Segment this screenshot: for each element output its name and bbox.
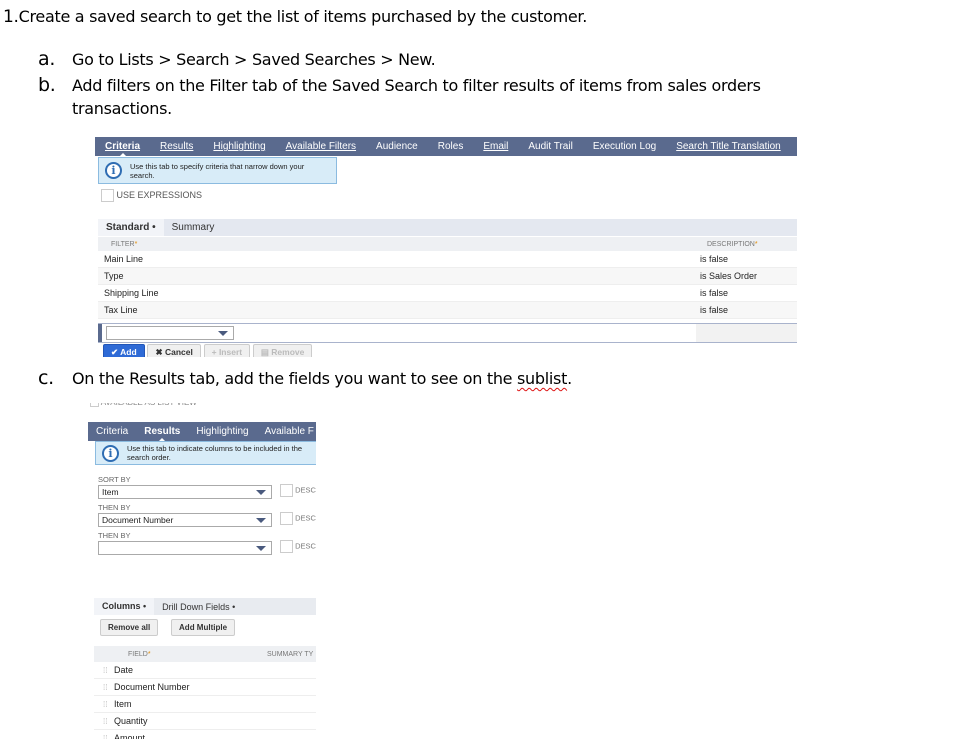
step-c-letter: c. — [38, 367, 54, 389]
list-item[interactable]: ⁞⁞ Date — [94, 662, 316, 679]
table-row[interactable]: Shipping Line is false — [98, 285, 797, 302]
then-by-label: THEN BY — [98, 531, 131, 540]
sort-by-group: SORT BY Item DESC — [98, 475, 316, 500]
results-screenshot: AVAILABLE AS LIST VIEW Criteria Results … — [88, 403, 316, 739]
then-by-label: THEN BY — [98, 503, 131, 512]
add-multiple-button[interactable]: Add Multiple — [171, 619, 236, 636]
criteria-column-header: FILTER* DESCRIPTION* — [98, 237, 797, 251]
columns-column-header: FIELD* SUMMARY TY — [94, 646, 316, 662]
drag-handle-icon[interactable]: ⁞⁞ — [94, 683, 114, 692]
step-b-letter: b. — [38, 74, 56, 96]
sort-by-label: SORT BY — [98, 475, 131, 484]
subtab-drill-down-fields[interactable]: Drill Down Fields • — [154, 602, 243, 612]
use-expressions-checkbox[interactable] — [101, 189, 114, 202]
sort-desc-checkbox[interactable] — [280, 484, 293, 497]
summary-type-column-header: SUMMARY TY — [267, 650, 314, 658]
criteria-row-buttons: ✔ Add ✖ Cancel + Insert ▤ Remove — [103, 344, 313, 357]
tab-available-filters[interactable]: Available Filters — [276, 141, 366, 152]
criteria-tab-bar: Criteria Results Highlighting Available … — [95, 137, 797, 157]
tab-roles[interactable]: Roles — [428, 141, 474, 152]
subtab-columns[interactable]: Columns • — [94, 598, 155, 615]
step-1: 1.Create a saved search to get the list … — [3, 7, 587, 27]
list-item[interactable]: ⁞⁞ Amount — [94, 730, 316, 739]
filter-column-header: FILTER* — [111, 240, 138, 248]
drag-handle-icon[interactable]: ⁞⁞ — [94, 700, 114, 709]
then-by-select-2[interactable] — [98, 541, 272, 555]
drag-handle-icon[interactable]: ⁞⁞ — [94, 734, 114, 739]
table-row[interactable]: Tax Line is false — [98, 302, 797, 319]
step-b-text: Add filters on the Filter tab of the Sav… — [72, 76, 761, 118]
list-item[interactable]: ⁞⁞ Document Number — [94, 679, 316, 696]
sort-by-select[interactable]: Item — [98, 485, 272, 499]
tab-highlighting[interactable]: Highlighting — [188, 426, 256, 437]
step-c: c. On the Results tab, add the fields you… — [38, 367, 792, 390]
results-tab-bar: Criteria Results Highlighting Available … — [88, 422, 316, 442]
then-by-select-1[interactable]: Document Number — [98, 513, 272, 527]
chevron-down-icon — [256, 490, 266, 495]
criteria-edit-row — [98, 323, 797, 343]
available-as-list-view: AVAILABLE AS LIST VIEW — [90, 403, 197, 408]
table-row[interactable]: Type is Sales Order — [98, 268, 797, 285]
then-by-group-1: THEN BY Document Number DESC — [98, 503, 316, 528]
tab-email[interactable]: Email — [473, 141, 518, 152]
step-a-letter: a. — [38, 48, 56, 70]
cancel-button[interactable]: ✖ Cancel — [147, 344, 201, 357]
step-a: a. Go to Lists > Search > Saved Searches … — [38, 48, 792, 71]
description-column-header: DESCRIPTION* — [707, 240, 758, 248]
tab-results[interactable]: Results — [136, 426, 188, 442]
columns-rows: ⁞⁞ Date ⁞⁞ Document Number ⁞⁞ Item ⁞⁞ Quanti… — [94, 662, 316, 739]
table-row[interactable]: Main Line is false — [98, 251, 797, 268]
step-a-text: Go to Lists > Search > Saved Searches > … — [72, 50, 436, 69]
tab-criteria[interactable]: Criteria — [88, 426, 136, 437]
criteria-screenshot: Criteria Results Highlighting Available … — [95, 137, 797, 357]
sort-desc: DESC — [280, 484, 316, 497]
filter-select[interactable] — [106, 326, 234, 340]
remove-button[interactable]: ▤ Remove — [252, 344, 313, 357]
subtab-standard[interactable]: Standard • — [98, 219, 164, 236]
step-1-number: 1. — [3, 7, 19, 27]
step-b: b. Add filters on the Filter tab of the S… — [38, 74, 792, 120]
then-by-desc-1: DESC — [280, 512, 316, 525]
tab-results[interactable]: Results — [150, 141, 203, 152]
tab-audit-trail[interactable]: Audit Trail — [518, 141, 582, 152]
chevron-down-icon — [256, 546, 266, 551]
results-info-box: i Use this tab to indicate columns to be… — [95, 441, 316, 465]
columns-buttons: Remove all Add Multiple — [100, 619, 236, 636]
add-button[interactable]: ✔ Add — [103, 344, 145, 357]
chevron-down-icon — [256, 518, 266, 523]
tab-audience[interactable]: Audience — [366, 141, 428, 152]
use-expressions: USE EXPRESSIONS — [101, 189, 202, 202]
results-info-text: Use this tab to indicate columns to be i… — [127, 444, 303, 462]
list-item[interactable]: ⁞⁞ Item — [94, 696, 316, 713]
then-by-desc-checkbox-2[interactable] — [280, 540, 293, 553]
drag-handle-icon[interactable]: ⁞⁞ — [94, 666, 114, 675]
drag-handle-icon[interactable]: ⁞⁞ — [94, 717, 114, 726]
tab-search-title-translation[interactable]: Search Title Translation — [666, 141, 791, 152]
chevron-down-icon — [218, 331, 228, 336]
tab-criteria[interactable]: Criteria — [95, 141, 150, 157]
list-item[interactable]: ⁞⁞ Quantity — [94, 713, 316, 730]
use-expressions-label: USE EXPRESSIONS — [116, 189, 203, 200]
step-1-text: Create a saved search to get the list of… — [18, 7, 588, 26]
criteria-rows: Main Line is false Type is Sales Order Shi… — [98, 251, 797, 319]
field-column-header: FIELD* — [128, 650, 151, 658]
tab-execution-log[interactable]: Execution Log — [583, 141, 666, 152]
tab-highlighting[interactable]: Highlighting — [203, 141, 275, 152]
criteria-info-box: i Use this tab to specify criteria that … — [98, 157, 337, 184]
info-icon: i — [102, 444, 119, 462]
remove-all-button[interactable]: Remove all — [100, 619, 159, 636]
criteria-info-text: Use this tab to specify criteria that na… — [130, 161, 305, 180]
then-by-desc-checkbox-1[interactable] — [280, 512, 293, 525]
criteria-subtabs: Standard • Summary — [98, 219, 797, 236]
insert-button[interactable]: + Insert — [203, 344, 251, 357]
subtab-summary[interactable]: Summary — [164, 222, 223, 233]
columns-subtabs: Columns • Drill Down Fields • — [94, 598, 316, 615]
then-by-group-2: THEN BY DESC — [98, 531, 316, 556]
then-by-desc-2: DESC — [280, 540, 316, 553]
info-icon: i — [105, 162, 122, 179]
tab-available-filters[interactable]: Available F — [257, 426, 316, 437]
step-c-text: On the Results tab, add the fields you w… — [72, 369, 572, 388]
